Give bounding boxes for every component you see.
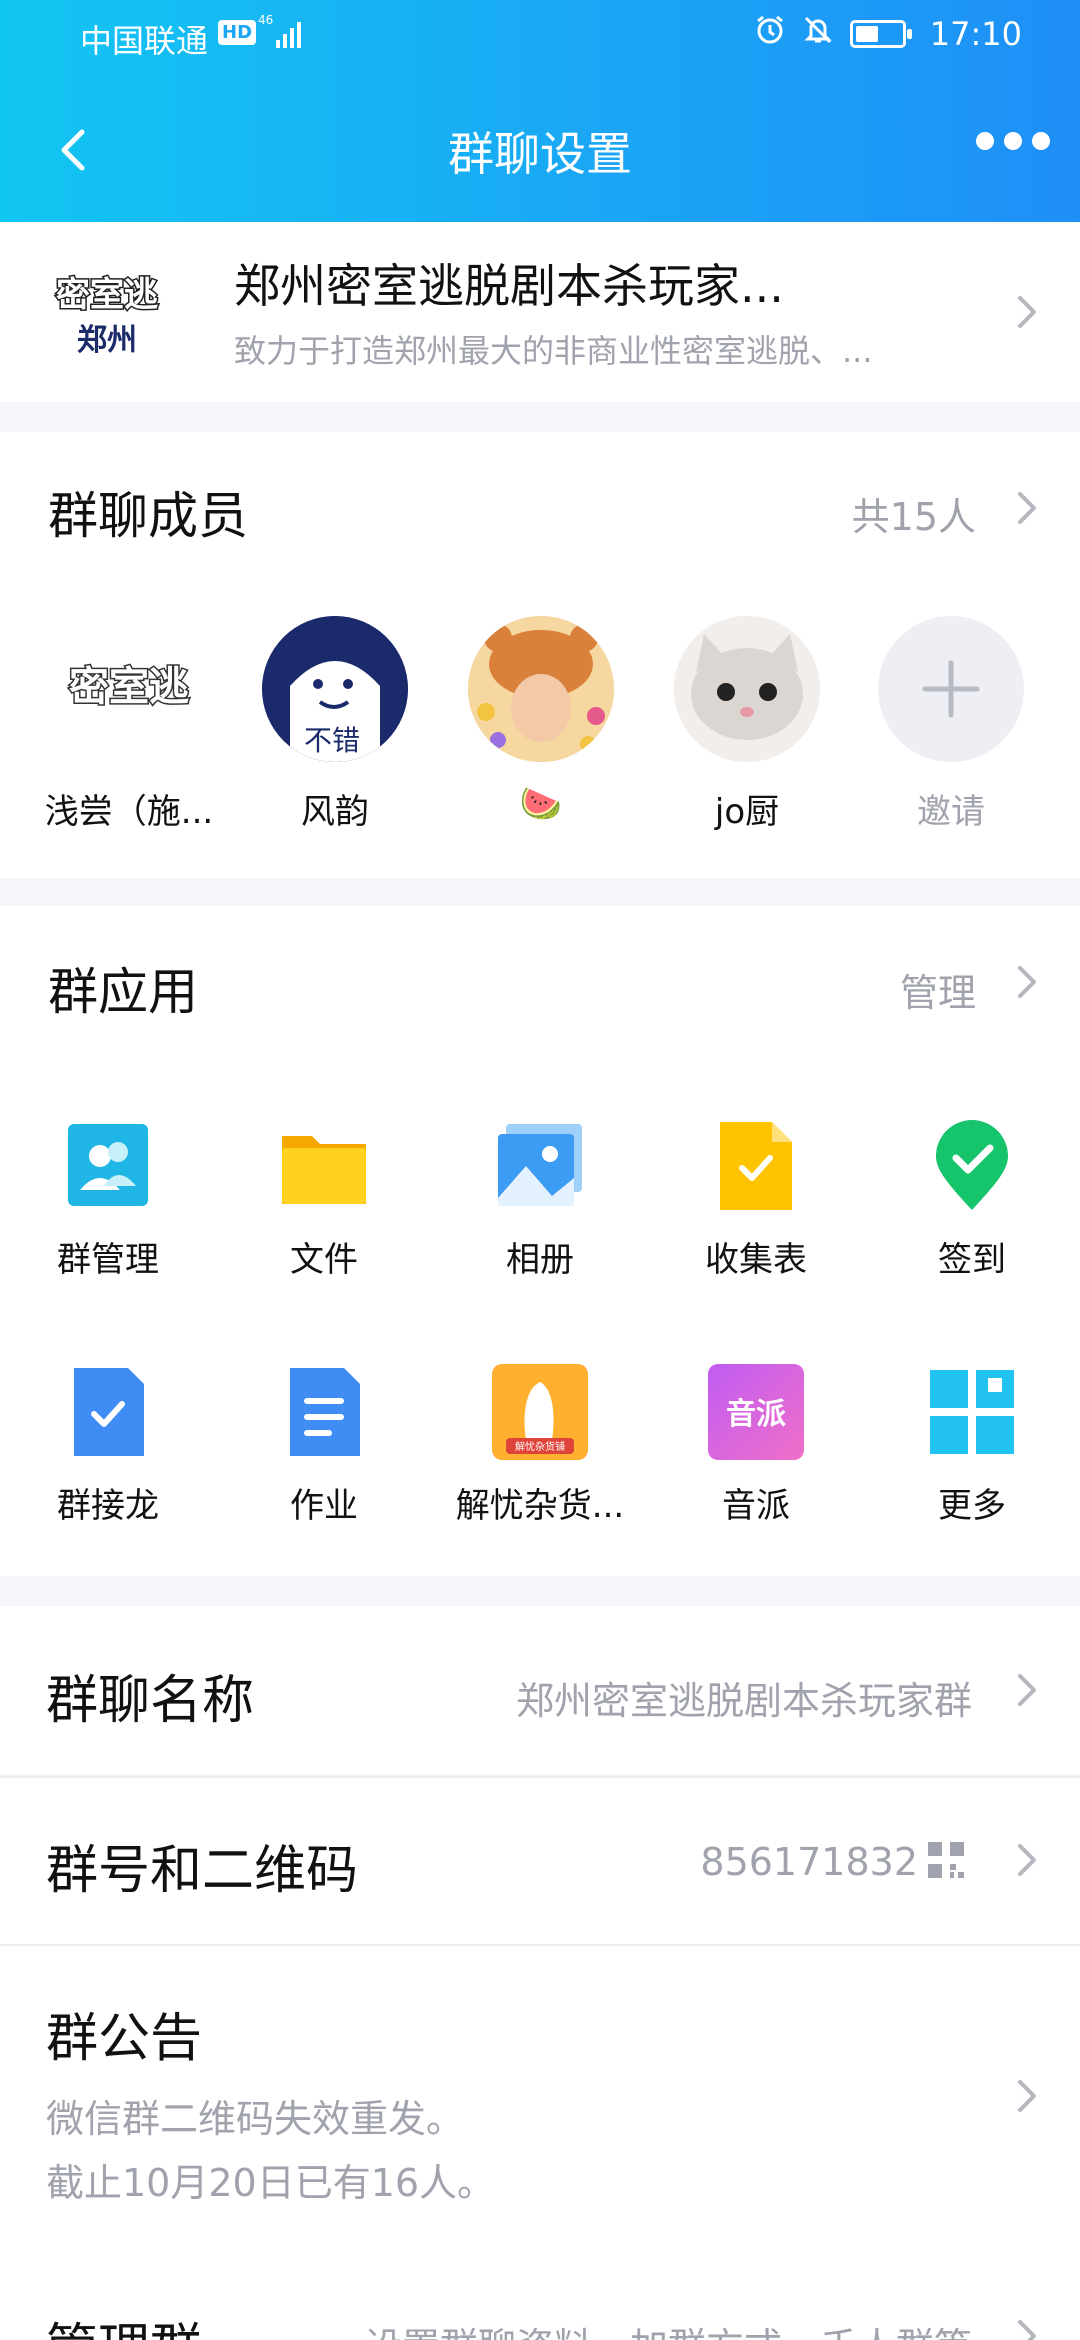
group-name-label: 群聊名称 bbox=[46, 1671, 255, 1731]
chevron-right-icon bbox=[1014, 1840, 1042, 1880]
app-grocery[interactable]: 解忧杂货铺 解忧杂货... bbox=[432, 1364, 648, 1527]
grocery-icon: 解忧杂货铺 bbox=[492, 1364, 588, 1460]
relay-icon bbox=[60, 1364, 156, 1460]
apps-title: 群应用 bbox=[48, 963, 198, 1021]
collect-form-icon bbox=[708, 1118, 804, 1214]
member-name: 风韵 bbox=[301, 792, 369, 832]
add-member-icon bbox=[878, 616, 1024, 762]
app-label: 群管理 bbox=[57, 1240, 159, 1280]
avatar bbox=[674, 616, 820, 762]
group-manage-row[interactable]: 管理群 设置群聊资料、加群方式、千人群等 bbox=[0, 2210, 1080, 2340]
chevron-right-icon bbox=[1014, 1670, 1042, 1710]
mute-icon bbox=[802, 14, 834, 54]
carrier-name: 中国联通 bbox=[80, 22, 209, 60]
app-relay[interactable]: 群接龙 bbox=[0, 1364, 216, 1527]
app-collect-form[interactable]: 收集表 bbox=[648, 1118, 864, 1281]
network-type: 46 bbox=[258, 13, 274, 27]
app-yinpai[interactable]: 音派 音派 bbox=[648, 1364, 864, 1527]
group-logo: 密室逃 郑州 bbox=[50, 264, 164, 360]
app-label: 签到 bbox=[938, 1240, 1006, 1280]
app-more[interactable]: 更多 bbox=[864, 1364, 1080, 1527]
app-label: 作业 bbox=[290, 1486, 358, 1526]
group-manage-label: 管理群 bbox=[46, 2306, 202, 2340]
status-bar: 中国联通 HD 46 17:10 bbox=[0, 0, 1080, 72]
hd-badge: HD bbox=[218, 20, 257, 45]
avatar: 不错 bbox=[262, 616, 408, 762]
member-item[interactable]: 🍉 bbox=[456, 616, 626, 824]
yinpai-icon: 音派 bbox=[708, 1364, 804, 1460]
album-icon bbox=[492, 1118, 588, 1214]
member-name: jo厨 bbox=[714, 792, 780, 832]
group-apps-section: 群应用 管理 群管理 文件 相册 收集表 签到 群接龙 作业 解忧杂货铺 解忧杂… bbox=[0, 906, 1080, 1576]
grocery-badge-text: 解忧杂货铺 bbox=[515, 1440, 565, 1453]
header-bar: 中国联通 HD 46 17:10 群聊设置 bbox=[0, 0, 1080, 222]
app-album[interactable]: 相册 bbox=[432, 1118, 648, 1281]
chevron-right-icon[interactable] bbox=[1014, 962, 1042, 1002]
group-id-row[interactable]: 群号和二维码 856171832 bbox=[0, 1778, 1080, 1944]
folder-icon bbox=[276, 1118, 372, 1214]
app-homework[interactable]: 作业 bbox=[216, 1364, 432, 1527]
app-label: 音派 bbox=[722, 1486, 790, 1526]
group-manage-icon bbox=[60, 1118, 156, 1214]
group-manage-value: 设置群聊资料、加群方式、千人群等 bbox=[364, 2316, 972, 2340]
group-name-row[interactable]: 群聊名称 郑州密室逃脱剧本杀玩家群 bbox=[0, 1606, 1080, 1774]
alarm-icon bbox=[754, 14, 786, 54]
member-name: 浅尝（施... bbox=[44, 792, 214, 832]
yinpai-icon-text: 音派 bbox=[726, 1398, 786, 1431]
avatar-text: 密室逃 bbox=[69, 665, 189, 709]
members-section: 群聊成员 共15人 密室逃 浅尝（施... 不错 风韵 🍉 jo厨 邀请 bbox=[0, 432, 1080, 878]
chevron-right-icon bbox=[1014, 2076, 1042, 2116]
member-item[interactable]: 密室逃 浅尝（施... bbox=[44, 616, 214, 833]
group-name-value: 郑州密室逃脱剧本杀玩家群 bbox=[515, 1679, 972, 1723]
avatar: 密室逃 bbox=[56, 616, 202, 762]
group-profile-card[interactable]: 密室逃 郑州 郑州密室逃脱剧本杀玩家... 致力于打造郑州最大的非商业性密室逃脱… bbox=[0, 222, 1080, 402]
qr-code-icon bbox=[926, 1840, 966, 1884]
member-item[interactable]: jo厨 bbox=[662, 616, 832, 833]
member-name: 🍉 bbox=[519, 784, 563, 824]
app-label: 收集表 bbox=[705, 1240, 807, 1280]
avatar bbox=[468, 616, 614, 762]
app-file[interactable]: 文件 bbox=[216, 1118, 432, 1281]
notice-line-2: 截止10月20日已有16人。 bbox=[46, 2161, 496, 2205]
clock: 17:10 bbox=[929, 15, 1022, 53]
page-title: 群聊设置 bbox=[448, 127, 632, 181]
signal-icon bbox=[276, 20, 301, 48]
group-notice-label: 群公告 bbox=[46, 2009, 203, 2069]
chevron-right-icon bbox=[1014, 2316, 1042, 2340]
group-logo-text-top: 密室逃 bbox=[56, 275, 158, 314]
chevron-right-icon bbox=[1014, 292, 1042, 332]
invite-button[interactable]: 邀请 bbox=[866, 616, 1036, 833]
app-checkin[interactable]: 签到 bbox=[864, 1118, 1080, 1281]
app-label: 更多 bbox=[938, 1486, 1006, 1526]
group-notice-row[interactable]: 群公告 微信群二维码失效重发。 截止10月20日已有16人。 bbox=[0, 1946, 1080, 2210]
group-id-label: 群号和二维码 bbox=[46, 1841, 359, 1901]
group-id-value: 856171832 bbox=[700, 1840, 918, 1884]
group-description: 致力于打造郑州最大的非商业性密室逃脱、... bbox=[234, 332, 873, 370]
chevron-right-icon[interactable] bbox=[1014, 488, 1042, 528]
app-label: 解忧杂货... bbox=[455, 1486, 625, 1526]
app-label: 文件 bbox=[290, 1240, 358, 1280]
app-label: 群接龙 bbox=[57, 1486, 159, 1526]
members-title: 群聊成员 bbox=[48, 487, 248, 545]
avatar-text: 不错 bbox=[304, 725, 360, 756]
more-grid-icon bbox=[924, 1364, 1020, 1460]
homework-icon bbox=[276, 1364, 372, 1460]
more-options-icon[interactable] bbox=[976, 132, 1050, 150]
notice-line-1: 微信群二维码失效重发。 bbox=[46, 2097, 465, 2141]
nav-bar: 群聊设置 bbox=[0, 110, 1080, 190]
member-item[interactable]: 不错 风韵 bbox=[250, 616, 420, 833]
members-count[interactable]: 共15人 bbox=[852, 486, 976, 541]
checkin-icon bbox=[924, 1118, 1020, 1214]
group-name: 郑州密室逃脱剧本杀玩家... bbox=[234, 259, 784, 313]
apps-manage-link[interactable]: 管理 bbox=[900, 962, 976, 1017]
app-label: 相册 bbox=[506, 1240, 574, 1280]
invite-label: 邀请 bbox=[917, 792, 985, 832]
group-logo-text-bottom: 郑州 bbox=[77, 324, 137, 357]
app-group-manage[interactable]: 群管理 bbox=[0, 1118, 216, 1281]
battery-icon bbox=[849, 20, 912, 48]
